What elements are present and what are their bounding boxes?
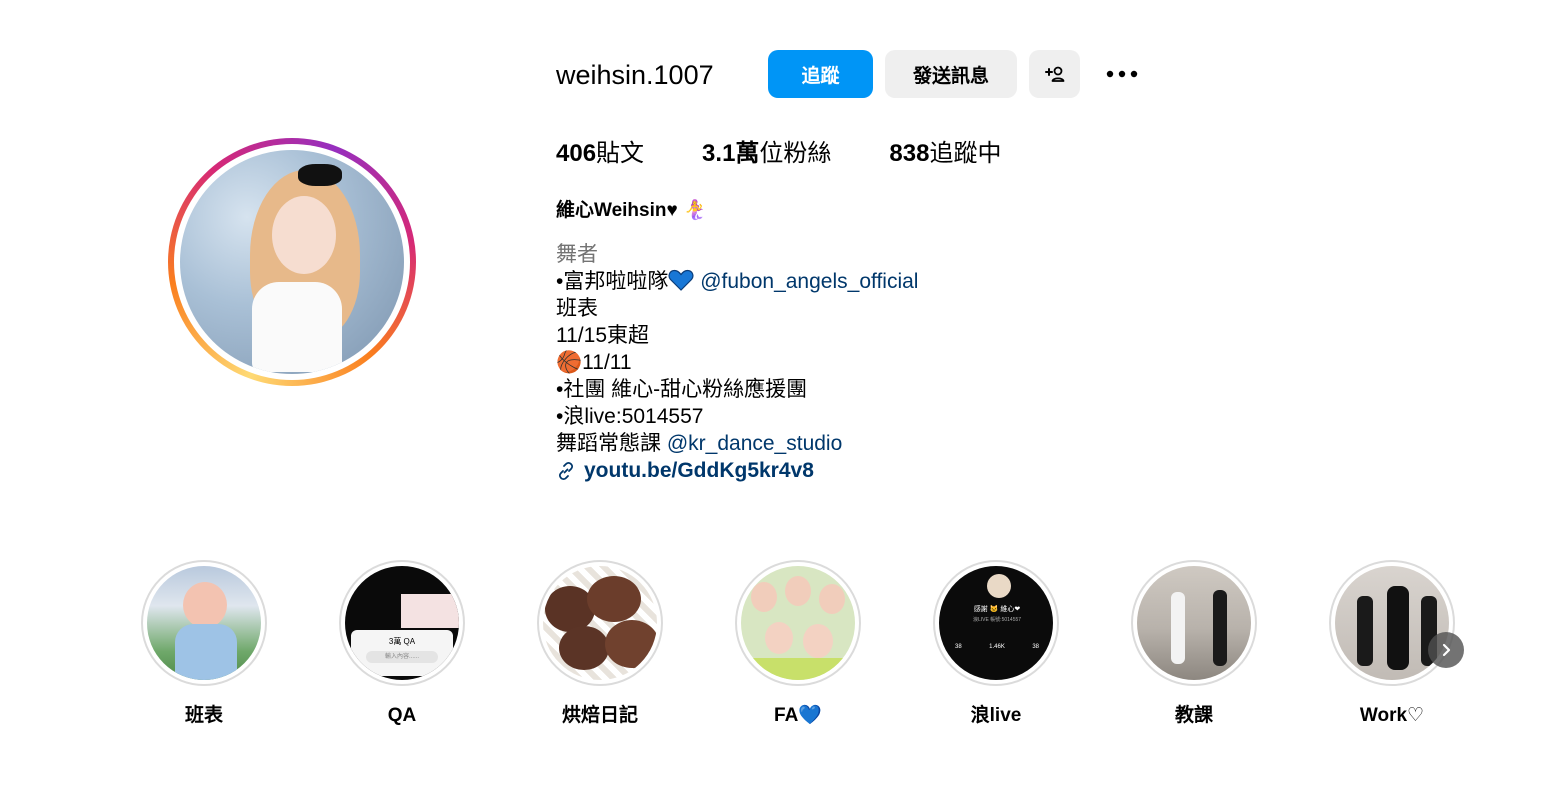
highlight-cover: 3萬 QA 輸入內容...... — [345, 566, 459, 680]
highlight-label-text: 烘焙日記 — [561, 705, 638, 726]
highlight-item[interactable]: FA💙 — [734, 560, 862, 728]
follow-button[interactable]: 追蹤 — [768, 50, 873, 98]
more-options-button[interactable] — [1102, 62, 1142, 86]
profile-username: weihsin.1007 — [556, 60, 714, 90]
live-card-stats: 38 1.46K 38 — [955, 644, 1039, 650]
highlight-ring — [141, 560, 267, 686]
highlight-item[interactable]: 班表 — [140, 560, 268, 728]
highlight-cover — [1335, 566, 1449, 680]
highlight-label: 班表 — [184, 705, 223, 726]
highlight-ring — [735, 560, 861, 686]
live-stat: 38 — [1032, 644, 1039, 650]
highlight-cover — [741, 566, 855, 680]
highlight-item[interactable]: 烘焙日記 — [536, 560, 664, 728]
highlight-item[interactable]: 3萬 QA 輸入內容...... QA — [338, 560, 466, 728]
live-stat: 38 — [955, 644, 962, 650]
posts-label: 貼文 — [596, 140, 645, 167]
highlight-cover — [1137, 566, 1251, 680]
display-name: 維心Weihsin♥ 🧜‍♀️ — [556, 198, 707, 224]
more-icon — [1106, 70, 1138, 78]
highlight-cover — [543, 566, 657, 680]
add-user-icon — [1044, 66, 1064, 82]
bio-link-row[interactable]: youtu.be/GddKg5kr4v8 — [556, 457, 918, 484]
highlight-label: QA — [387, 705, 417, 726]
highlight-ring — [1131, 560, 1257, 686]
profile-avatar — [180, 150, 404, 374]
highlight-ring — [1329, 560, 1455, 686]
mention-fubon-angels[interactable]: @fubon_angels_official — [700, 270, 918, 293]
bio-line-team: •富邦啦啦隊 @fubon_angels_official — [556, 268, 918, 295]
highlight-ring — [537, 560, 663, 686]
blue-heart-icon — [668, 269, 694, 291]
bio-line-basketball: 🏀11/11 — [556, 351, 632, 374]
bio-line-live: •浪live:5014557 — [556, 405, 704, 428]
profile-avatar-frame — [174, 144, 410, 380]
send-message-button[interactable]: 發送訊息 — [885, 50, 1017, 98]
following-count: 838 — [889, 140, 930, 167]
bio-category: 舞者 — [556, 243, 598, 266]
avatar-outfit — [252, 282, 342, 372]
profile-stats: 406貼文 3.1萬位粉絲 838追蹤中 — [556, 138, 1059, 170]
following-stat[interactable]: 838追蹤中 — [889, 138, 1001, 170]
link-icon — [558, 461, 574, 480]
live-card-name: 感謝 🐱 維心❤ — [973, 606, 1021, 613]
highlight-label: 烘焙日記 — [536, 704, 664, 728]
posts-stat: 406貼文 — [556, 138, 644, 170]
highlight-label: FA💙 — [774, 705, 822, 726]
highlight-label: 浪live — [970, 705, 1022, 726]
bio-team-text: •富邦啦啦隊 — [556, 270, 669, 293]
suggested-users-button[interactable] — [1029, 50, 1080, 98]
highlight-item[interactable]: 教課 — [1130, 560, 1258, 728]
bio-line-club: •社團 維心-甜心粉絲應援團 — [556, 378, 808, 401]
live-stat: 1.46K — [989, 644, 1005, 650]
qa-card-title: 3萬 QA — [388, 637, 416, 646]
mermaid-emoji: 🧜‍♀️ — [683, 200, 707, 221]
profile-avatar-ring[interactable] — [168, 138, 416, 386]
avatar-face — [272, 196, 336, 274]
external-link[interactable]: youtu.be/GddKg5kr4v8 — [584, 457, 814, 484]
highlight-label: 教課 — [1174, 705, 1213, 726]
following-label: 追蹤中 — [929, 140, 1002, 167]
highlights-next-button[interactable] — [1428, 632, 1464, 668]
bio-line-dance: 舞蹈常態課 @kr_dance_studio — [556, 430, 918, 457]
story-highlights: 班表 3萬 QA 輸入內容...... QA 烘焙日記 FA💙 感謝 🐱 維心❤… — [140, 560, 1460, 740]
chevron-right-icon — [1442, 643, 1451, 657]
bio-dance-text: 舞蹈常態課 — [556, 432, 667, 455]
live-card-id: 浪LIVE 帳號:5014557 — [972, 617, 1022, 623]
followers-stat[interactable]: 3.1萬位粉絲 — [702, 138, 831, 170]
highlight-cover — [147, 566, 261, 680]
highlight-label: Work♡ — [1359, 705, 1425, 726]
avatar-bow — [298, 164, 342, 186]
mention-kr-dance-studio[interactable]: @kr_dance_studio — [667, 432, 842, 455]
followers-label: 位粉絲 — [759, 140, 832, 167]
display-name-text: 維心Weihsin♥ — [556, 200, 678, 221]
highlight-cover: 感謝 🐱 維心❤ 浪LIVE 帳號:5014557 38 1.46K 38 — [939, 566, 1053, 680]
highlight-ring: 感謝 🐱 維心❤ 浪LIVE 帳號:5014557 38 1.46K 38 — [933, 560, 1059, 686]
bio-line-date: 11/15東超 — [556, 324, 649, 347]
profile-bio: 舞者 •富邦啦啦隊 @fubon_angels_official 班表 11/1… — [556, 241, 918, 484]
posts-count: 406 — [556, 140, 597, 167]
bio-line-schedule: 班表 — [556, 297, 598, 320]
highlight-item[interactable]: 感謝 🐱 維心❤ 浪LIVE 帳號:5014557 38 1.46K 38 浪l… — [932, 560, 1060, 728]
followers-count: 3.1萬 — [702, 140, 760, 167]
highlight-ring: 3萬 QA 輸入內容...... — [339, 560, 465, 686]
qa-card-input: 輸入內容...... — [366, 651, 438, 663]
